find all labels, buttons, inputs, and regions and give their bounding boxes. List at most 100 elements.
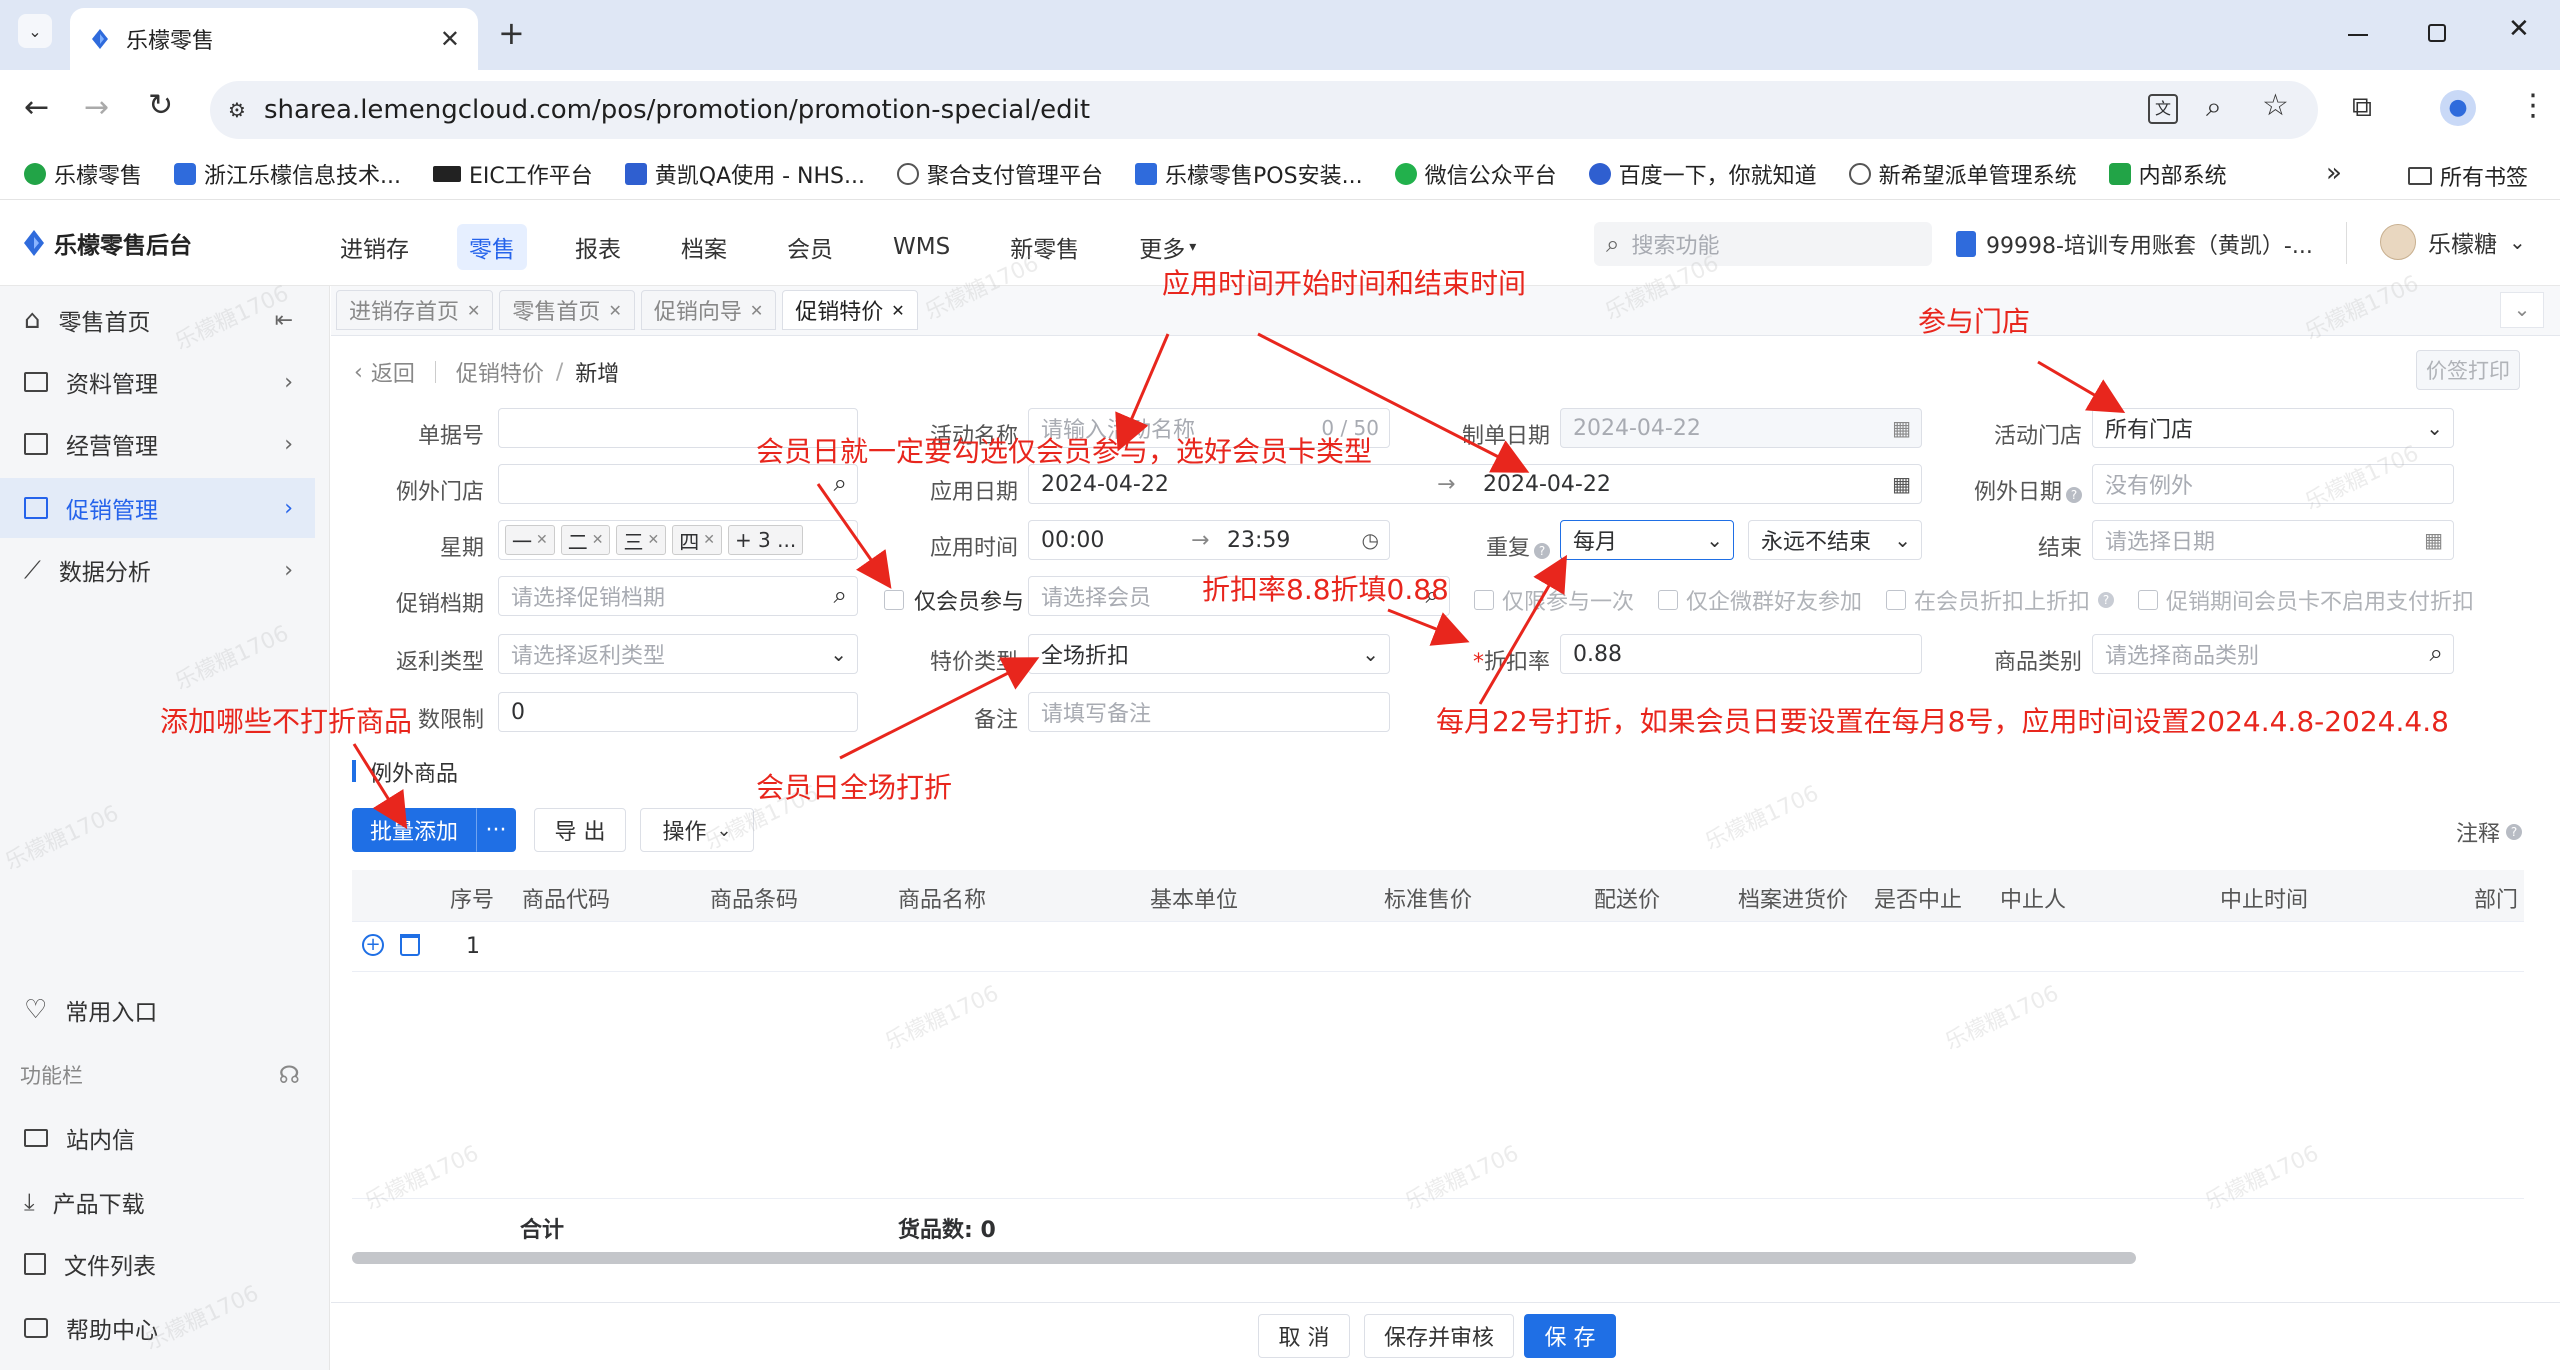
- save-and-review-button[interactable]: 保存并审核: [1364, 1314, 1514, 1358]
- nav-item[interactable]: 会员: [775, 224, 845, 270]
- special-type-select[interactable]: 全场折扣 ⌄: [1028, 634, 1390, 674]
- save-button[interactable]: 保 存: [1524, 1314, 1616, 1358]
- member-only-checkbox[interactable]: 仅会员参与: [884, 584, 1024, 616]
- checkbox-box[interactable]: [2138, 590, 2159, 610]
- collapse-sidebar-icon[interactable]: ⇤: [275, 308, 293, 333]
- column-header[interactable]: 是否中止: [1874, 882, 1962, 914]
- nav-item[interactable]: 报表: [563, 224, 633, 270]
- search-icon[interactable]: ⌕: [2430, 639, 2443, 667]
- tab-promotion-special[interactable]: 促销特价 ✕: [782, 290, 918, 330]
- apply-date-end[interactable]: 2024-04-22: [1483, 472, 1611, 497]
- operation-dropdown[interactable]: 操作 ⌄: [640, 808, 754, 852]
- sidebar-item-operation-management[interactable]: 经营管理 ›: [0, 414, 315, 474]
- cancel-button[interactable]: 取 消: [1258, 1314, 1350, 1358]
- minimize-icon[interactable]: [2348, 34, 2368, 36]
- all-bookmarks-button[interactable]: 所有书签: [2408, 160, 2528, 192]
- add-row-icon[interactable]: +: [362, 934, 384, 956]
- forward-icon[interactable]: →: [84, 90, 109, 125]
- zoom-icon[interactable]: ⌕: [2206, 90, 2222, 124]
- repeat-select[interactable]: 每月 ⌄: [1560, 520, 1734, 560]
- batch-add-more-button[interactable]: ···: [476, 808, 516, 852]
- sidebar-item-retail-home[interactable]: ⌂ 零售首页 ⇤: [0, 290, 315, 350]
- apply-date-start[interactable]: 2024-04-22: [1041, 472, 1437, 497]
- apply-date-range[interactable]: 2024-04-22 → 2024-04-22 ▦: [1028, 464, 1922, 504]
- browser-menu-icon[interactable]: ⋮: [2518, 88, 2548, 123]
- export-button[interactable]: 导 出: [534, 808, 626, 852]
- nav-item[interactable]: WMS: [881, 228, 962, 266]
- promo-file-input[interactable]: 请选择促销档期 ⌕: [498, 576, 858, 616]
- profile-avatar-icon[interactable]: ●: [2440, 90, 2476, 126]
- bookmark-item[interactable]: 聚合支付管理平台: [897, 158, 1103, 190]
- column-header[interactable]: 中止人: [2000, 882, 2066, 914]
- tabs-dropdown-icon[interactable]: ⌄: [2500, 292, 2544, 328]
- breadcrumb-parent[interactable]: 促销特价: [456, 356, 544, 388]
- site-info-icon[interactable]: ⚙: [228, 98, 246, 122]
- column-header[interactable]: 基本单位: [1150, 882, 1238, 914]
- remark-input[interactable]: 请填写备注: [1028, 692, 1390, 732]
- url-text[interactable]: sharea.lemengcloud.com/pos/promotion/pro…: [264, 95, 1090, 125]
- checkbox-box[interactable]: [1658, 590, 1679, 610]
- bookmark-item[interactable]: 乐檬零售: [24, 158, 142, 190]
- weekday-select[interactable]: 一 ✕ 二 ✕ 三 ✕ 四 ✕ + 3 ...: [498, 520, 858, 560]
- close-window-icon[interactable]: ✕: [2508, 14, 2530, 44]
- column-header[interactable]: 商品名称: [898, 882, 986, 914]
- sidebar-item-messages[interactable]: 站内信: [0, 1108, 315, 1168]
- sidebar-item-file-list[interactable]: 文件列表: [0, 1234, 315, 1294]
- bookmark-item[interactable]: 新希望派单管理系统: [1848, 158, 2077, 190]
- end-date-input[interactable]: 请选择日期 ▦: [2092, 520, 2454, 560]
- close-icon[interactable]: ✕: [608, 301, 621, 320]
- batch-add-button[interactable]: 批量添加: [352, 808, 476, 852]
- count-limit-input[interactable]: 0: [498, 692, 858, 732]
- once-only-checkbox[interactable]: 仅限参与一次: [1474, 584, 1634, 616]
- nav-item[interactable]: 档案: [669, 224, 739, 270]
- wecom-friends-checkbox[interactable]: 仅企微群好友参加: [1658, 584, 1862, 616]
- sidebar-item-help[interactable]: 帮助中心: [0, 1298, 315, 1358]
- close-tab-icon[interactable]: ✕: [440, 25, 460, 53]
- close-icon[interactable]: ✕: [536, 532, 548, 548]
- column-header[interactable]: 部门: [2474, 882, 2518, 914]
- more-bookmarks-button[interactable]: »: [2326, 158, 2342, 188]
- sidebar-favorites[interactable]: ♡ 常用入口: [0, 980, 315, 1040]
- exception-date-input[interactable]: 没有例外: [2092, 464, 2454, 504]
- delete-row-icon[interactable]: [400, 934, 420, 956]
- headset-icon[interactable]: ☊: [279, 1061, 300, 1089]
- tab-list-button[interactable]: ⌄: [18, 14, 52, 48]
- sidebar-item-data-management[interactable]: 资料管理 ›: [0, 352, 315, 412]
- discount-input[interactable]: 0.88: [1560, 634, 1922, 674]
- column-header[interactable]: 商品条码: [710, 882, 798, 914]
- bookmark-item[interactable]: 乐檬零售POS安装...: [1135, 158, 1363, 190]
- new-tab-icon[interactable]: +: [498, 14, 525, 52]
- horizontal-scrollbar[interactable]: [352, 1252, 2136, 1264]
- bookmark-item[interactable]: 黄凯QA使用 - NHS...: [624, 158, 865, 190]
- app-logo[interactable]: 乐檬零售后台: [22, 226, 192, 260]
- bookmark-item[interactable]: EIC工作平台: [433, 158, 593, 190]
- column-header[interactable]: 中止时间: [2220, 882, 2308, 914]
- function-search-input[interactable]: ⌕ 搜索功能: [1594, 222, 1932, 266]
- close-icon[interactable]: ✕: [703, 532, 715, 548]
- close-icon[interactable]: ✕: [891, 301, 904, 320]
- extensions-icon[interactable]: ⧉: [2352, 90, 2372, 124]
- note-link[interactable]: 注释 ?: [2456, 816, 2523, 848]
- apply-time-start[interactable]: 00:00: [1041, 528, 1191, 553]
- browser-tab[interactable]: 乐檬零售 ✕: [70, 8, 478, 70]
- nav-item[interactable]: 新零售: [998, 224, 1091, 270]
- checkbox-box[interactable]: [1474, 590, 1494, 610]
- account-selector[interactable]: 99998-培训专用账套（黄凯）-...: [1956, 228, 2313, 260]
- search-icon[interactable]: ⌕: [834, 581, 847, 609]
- back-link[interactable]: ‹ 返回: [354, 356, 415, 388]
- search-icon[interactable]: ⌕: [834, 469, 847, 497]
- close-icon[interactable]: ✕: [467, 301, 480, 320]
- nav-item[interactable]: 进销存: [328, 224, 421, 270]
- apply-time-end[interactable]: 23:59: [1227, 528, 1290, 553]
- nav-item-active[interactable]: 零售: [457, 224, 527, 270]
- repeat-end-mode-select[interactable]: 永远不结束 ⌄: [1748, 520, 1922, 560]
- tab-retail-home[interactable]: 零售首页 ✕: [499, 290, 635, 330]
- column-header[interactable]: 档案进货价: [1738, 882, 1848, 914]
- checkbox-box[interactable]: [1886, 590, 1907, 610]
- bookmark-item[interactable]: 微信公众平台: [1394, 158, 1557, 190]
- column-header[interactable]: 商品代码: [522, 882, 610, 914]
- user-menu[interactable]: 乐檬糖 ⌄: [2380, 224, 2526, 260]
- bookmark-item[interactable]: 内部系统: [2108, 158, 2227, 190]
- rebate-type-select[interactable]: 请选择返利类型 ⌄: [498, 634, 858, 674]
- activity-store-select[interactable]: 所有门店 ⌄: [2092, 408, 2454, 448]
